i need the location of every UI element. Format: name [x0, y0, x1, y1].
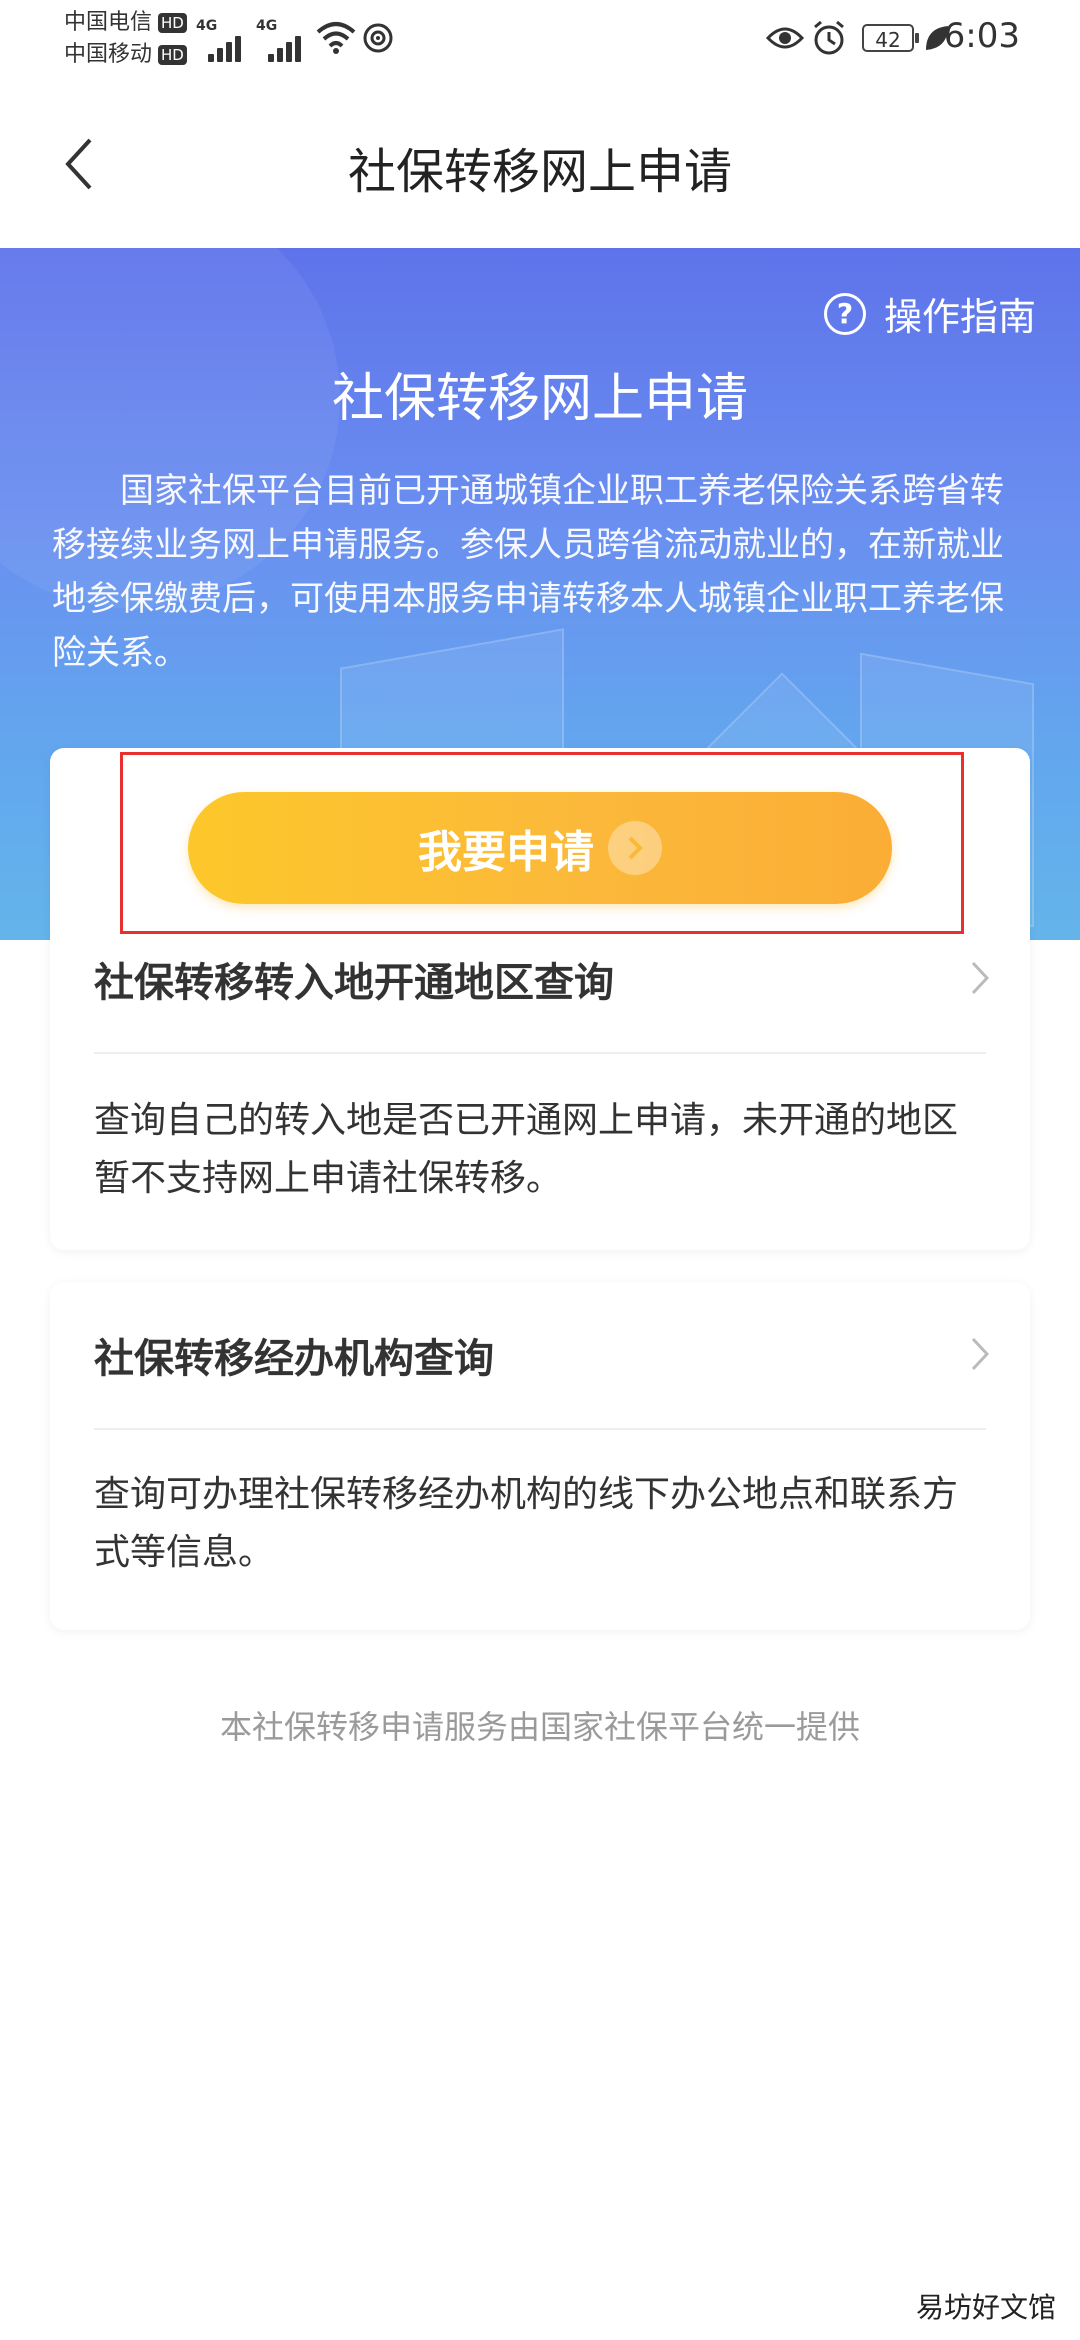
carrier-mobile-label: 中国移动	[64, 42, 153, 67]
page-title: 社保转移网上申请	[347, 144, 732, 200]
status-bar: 中国电信 HD 中国移动 HD 4G 4G 42 6:03	[0, 0, 1080, 80]
app-header: 社保转移网上申请	[0, 80, 1080, 248]
chevron-right-icon	[971, 1337, 990, 1371]
operation-guide-link[interactable]: ? 操作指南	[823, 286, 1036, 341]
wifi-icon	[316, 22, 356, 54]
hd-badge: HD	[158, 45, 187, 65]
highlight-box	[120, 752, 964, 934]
battery-icon: 42	[862, 24, 919, 52]
alarm-icon	[814, 20, 844, 55]
hotspot-icon	[363, 23, 393, 53]
watermark: 易坊好文馆	[915, 2286, 1056, 2326]
carrier-mobile: 中国移动 HD	[64, 42, 187, 68]
carrier-telecom: 中国电信 HD	[64, 10, 187, 36]
divider	[94, 1428, 986, 1430]
divider	[94, 1052, 986, 1054]
hd-badge: HD	[158, 13, 187, 33]
agency-query-title: 社保转移经办机构查询	[94, 1336, 494, 1382]
eye-icon	[766, 27, 804, 49]
agency-query-description: 查询可办理社保转移经办机构的线下办公地点和联系方式等信息。	[94, 1474, 959, 1573]
carrier-telecom-label: 中国电信	[64, 10, 153, 35]
footer-note: 本社保转移申请服务由国家社保平台统一提供	[219, 1708, 860, 1746]
banner-description: 国家社保平台目前已开通城镇企业职工养老保险关系跨省转移接续业务网上申请服务。参保…	[52, 471, 1004, 673]
open-region-query-title: 社保转移转入地开通地区查询	[94, 960, 614, 1006]
agency-query-card[interactable]: 社保转移经办机构查询 查询可办理社保转移经办机构的线下办公地点和联系方式等信息。	[50, 1282, 1030, 1630]
operation-guide-label: 操作指南	[883, 295, 1036, 339]
chevron-right-icon	[971, 961, 990, 995]
banner-title: 社保转移网上申请	[331, 369, 748, 429]
status-time: 6:03	[943, 16, 1020, 56]
open-region-query-description: 查询自己的转入地是否已开通网上申请，未开通的地区暂不支持网上申请社保转移。	[94, 1100, 959, 1199]
help-icon: ?	[823, 292, 866, 335]
